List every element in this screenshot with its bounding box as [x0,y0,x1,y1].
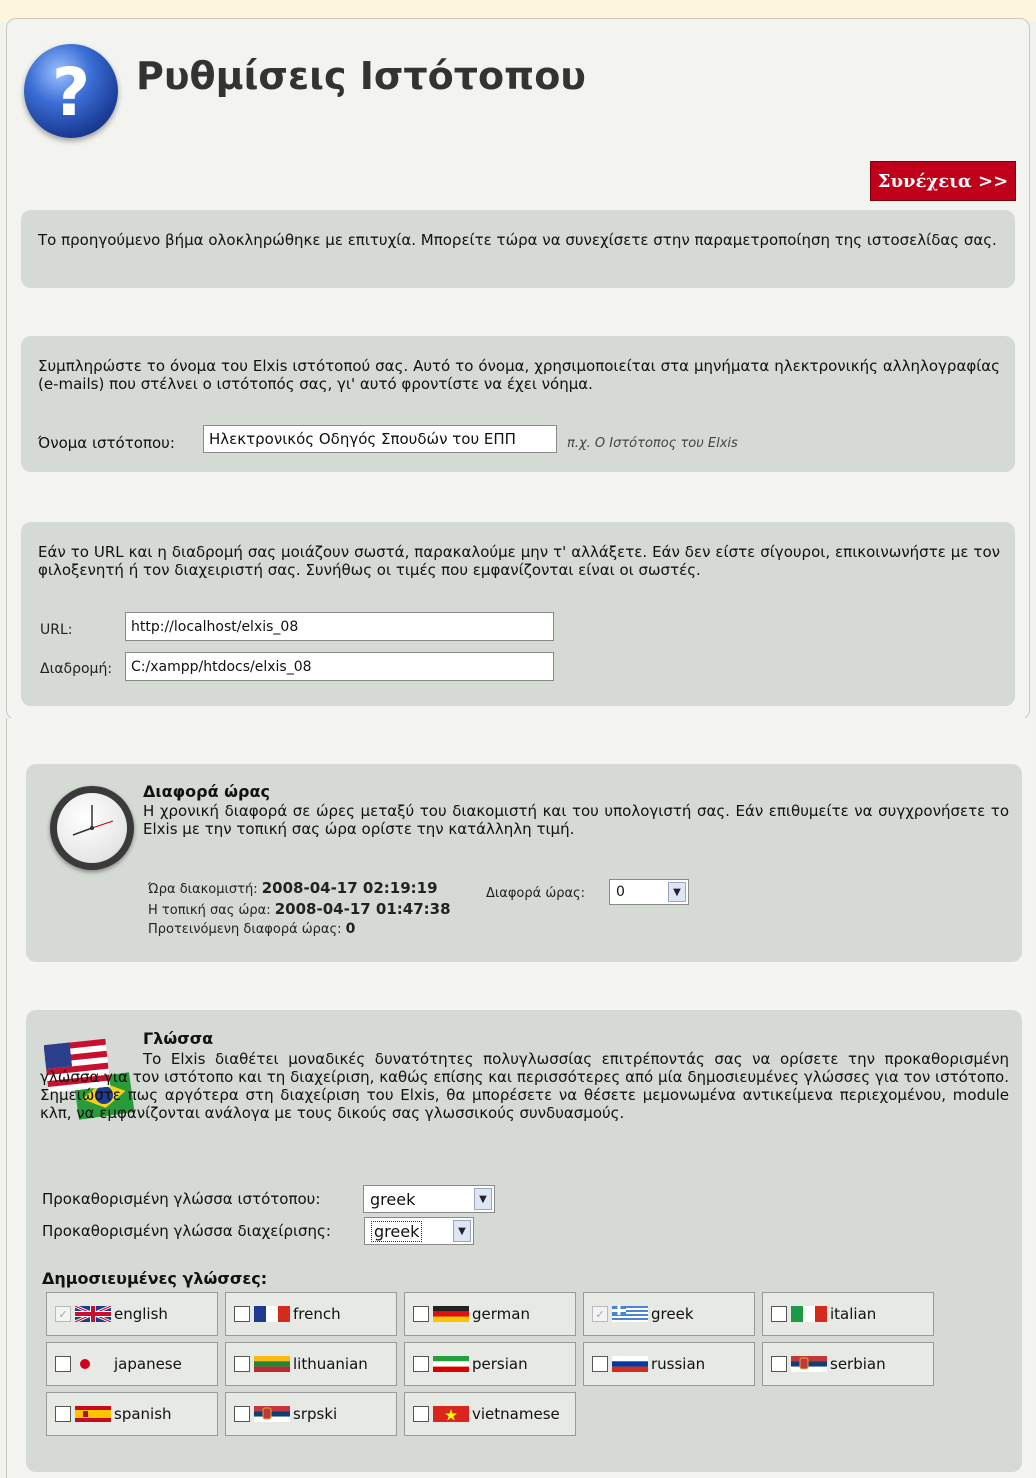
local-time-value: 2008-04-17 01:47:38 [274,900,451,918]
language-option-spanish[interactable]: spanish [46,1392,218,1436]
spain-flag-icon [75,1406,111,1422]
language-checkbox[interactable] [55,1356,71,1372]
language-name: italian [830,1305,877,1323]
language-checkbox[interactable] [234,1306,250,1322]
language-checkbox: ✓ [55,1306,71,1322]
time-description: Η χρονική διαφορά σε ώρες μεταξύ του δια… [143,802,1009,838]
language-checkbox: ✓ [592,1306,608,1322]
language-checkbox[interactable] [413,1306,429,1322]
greece-flag-icon [612,1306,648,1322]
language-name: greek [651,1305,694,1323]
sitename-label: Όνομα ιστότοπου: [38,434,175,452]
language-checkbox[interactable] [234,1406,250,1422]
intro-panel [21,210,1015,288]
help-question-glyph: ? [51,54,91,131]
russia-flag-icon [612,1356,648,1372]
intro-text: Το προηγούμενο βήμα ολοκληρώθηκε με επιτ… [38,231,997,249]
server-time-row: Ώρα διακομιστή: 2008-04-17 02:19:19 [148,879,438,899]
offset-label: Διαφορά ώρας: [486,886,586,901]
continue-button[interactable]: Συνέχεια >> [870,161,1016,201]
germany-flag-icon [433,1306,469,1322]
page-title: Ρυθμίσεις Ιστότοπου [136,54,586,98]
language-name: vietnamese [472,1405,560,1423]
language-description: Το Elxis διαθέτει μοναδικές δυνατότητες … [40,1050,1009,1122]
serbia-flag-icon [254,1406,290,1422]
language-option-french[interactable]: french [225,1292,397,1336]
suggested-offset-label: Προτεινόμενη διαφορά ώρας: [148,922,342,937]
language-name: spanish [114,1405,172,1423]
iran-flag-icon [433,1356,469,1372]
local-time-row: Η τοπική σας ώρα: 2008-04-17 01:47:38 [148,900,451,920]
language-name: lithuanian [293,1355,368,1373]
url-label: URL: [40,622,73,638]
uk-flag-icon [75,1306,111,1322]
chevron-down-icon[interactable]: ▼ [453,1220,471,1242]
language-option-russian[interactable]: russian [583,1342,755,1386]
language-checkbox[interactable] [413,1406,429,1422]
suggested-offset-row: Προτεινόμενη διαφορά ώρας: 0 [148,920,355,939]
language-option-japanese[interactable]: japanese [46,1342,218,1386]
france-flag-icon [254,1306,290,1322]
admin-language-label: Προκαθορισμένη γλώσσα διαχείρισης: [42,1222,331,1240]
local-time-label: Η τοπική σας ώρα: [148,903,271,918]
language-name: serbian [830,1355,886,1373]
language-name: german [472,1305,530,1323]
path-input[interactable]: C:/xampp/htdocs/elxis_08 [125,652,554,681]
language-name: japanese [114,1355,182,1373]
language-option-vietnamese[interactable]: vietnamese [404,1392,576,1436]
language-checkbox[interactable] [234,1356,250,1372]
language-option-srpski[interactable]: srpski [225,1392,397,1436]
help-question-icon: ? [24,44,118,138]
language-option-italian[interactable]: italian [762,1292,934,1336]
admin-language-value: greek [371,1220,423,1242]
language-name: srpski [293,1405,338,1423]
language-option-persian[interactable]: persian [404,1342,576,1386]
language-name: english [114,1305,168,1323]
sitename-example: π.χ. Ο Ιστότοπος του Elxis [567,436,738,451]
language-option-english[interactable]: ✓ english [46,1292,218,1336]
suggested-offset-value: 0 [345,921,356,937]
language-option-lithuanian[interactable]: lithuanian [225,1342,397,1386]
server-time-value: 2008-04-17 02:19:19 [261,879,438,897]
offset-select[interactable]: 0 ▼ [609,879,689,905]
language-checkbox[interactable] [55,1406,71,1422]
time-heading: Διαφορά ώρας [143,782,270,801]
site-language-value: greek [370,1189,416,1209]
language-name: persian [472,1355,528,1373]
clock-icon [50,786,134,870]
admin-language-select[interactable]: greek ▼ [364,1217,474,1245]
offset-select-value: 0 [616,884,625,900]
language-option-greek[interactable]: ✓ greek [583,1292,755,1336]
language-heading: Γλώσσα [143,1029,214,1048]
server-time-label: Ώρα διακομιστή: [148,882,258,897]
language-checkbox[interactable] [771,1356,787,1372]
sitename-input[interactable]: Ηλεκτρονικός Οδηγός Σπουδών του ΕΠΠ [203,425,557,453]
language-option-german[interactable]: german [404,1292,576,1336]
language-option-serbian[interactable]: serbian [762,1342,934,1386]
language-name: french [293,1305,341,1323]
japan-flag-icon [80,1359,90,1369]
lithuania-flag-icon [254,1356,290,1372]
italy-flag-icon [791,1306,827,1322]
chevron-down-icon[interactable]: ▼ [474,1188,492,1210]
language-checkbox[interactable] [771,1306,787,1322]
url-input[interactable]: http://localhost/elxis_08 [125,612,554,641]
language-name: russian [651,1355,706,1373]
published-languages-heading: Δημοσιευμένες γλώσσες: [42,1269,268,1288]
paths-description: Εάν το URL και η διαδρομή σας μοιάζουν σ… [38,543,1000,579]
chevron-down-icon[interactable]: ▼ [668,882,686,902]
site-language-select[interactable]: greek ▼ [363,1185,495,1213]
path-label: Διαδρομή: [40,661,113,677]
vietnam-flag-icon [433,1406,469,1422]
language-checkbox[interactable] [413,1356,429,1372]
serbia-flag-icon [791,1356,827,1372]
sitename-description: Συμπληρώστε το όνομα του Elxis ιστότοπού… [38,357,1000,393]
language-checkbox[interactable] [592,1356,608,1372]
site-language-label: Προκαθορισμένη γλώσσα ιστότοπου: [42,1190,321,1208]
